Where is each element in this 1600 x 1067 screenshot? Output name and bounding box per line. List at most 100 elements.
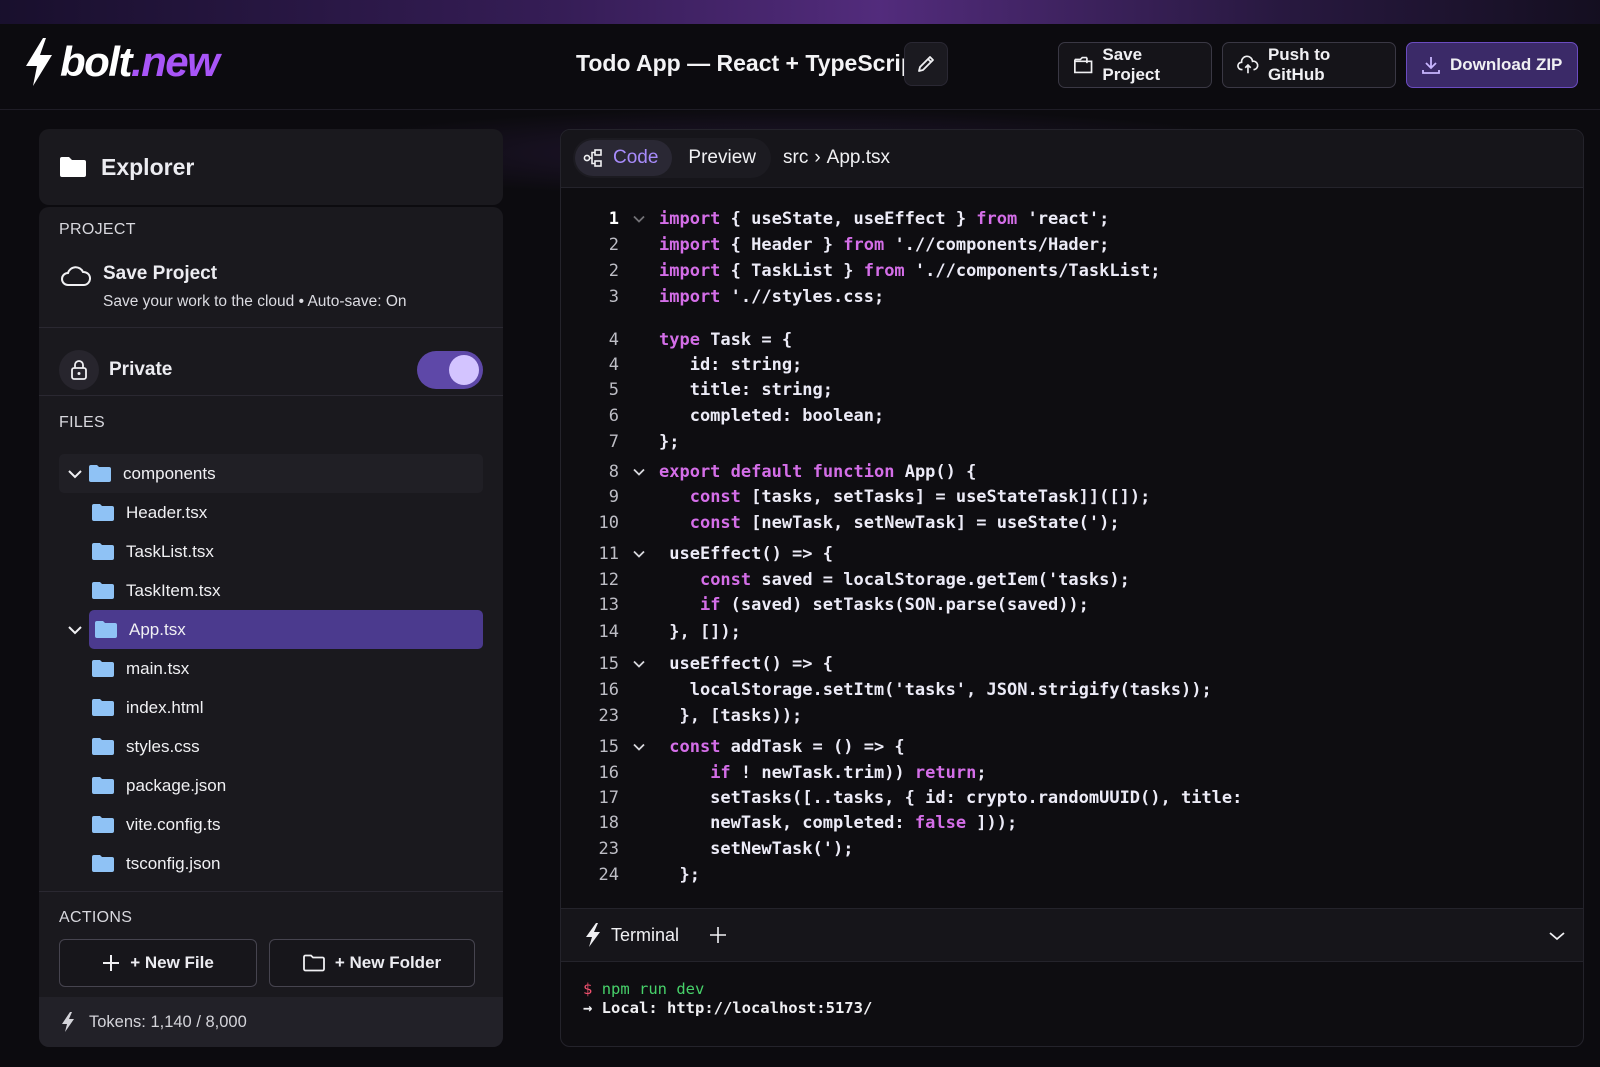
line-number: 11: [598, 544, 619, 564]
fold-chevron-icon[interactable]: [619, 215, 659, 223]
code-line[interactable]: 9 const [tasks, setTasks] = useStateTask…: [561, 484, 1583, 510]
edit-title-button[interactable]: [904, 42, 948, 86]
tree-item-index-html[interactable]: index.html: [59, 688, 483, 727]
tree-item-app-tsx-row[interactable]: App.tsx: [59, 610, 483, 649]
breadcrumb-file[interactable]: App.tsx: [827, 147, 890, 169]
code-line[interactable]: 1 import { useState, useEffect } from 're…: [561, 206, 1583, 232]
push-github-button[interactable]: Push to GitHub: [1222, 42, 1396, 88]
bolt-logo[interactable]: bolt.new: [24, 37, 220, 87]
tree-item-tasklist-tsx[interactable]: TaskList.tsx: [59, 532, 483, 571]
app-header: bolt.new Todo App — React + TypeScript S…: [0, 20, 1600, 110]
divider: [39, 327, 503, 328]
code-text: const addTask = () => {: [669, 737, 905, 757]
tree-item-taskitem-tsx[interactable]: TaskItem.tsx: [59, 571, 483, 610]
code-line[interactable]: 16 localStorage.setItm('tasks', JSON.str…: [561, 677, 1583, 703]
code-line[interactable]: 15 const addTask = () => {: [561, 734, 1583, 760]
line-number: 16: [598, 680, 619, 700]
breadcrumb-dir[interactable]: src: [783, 147, 808, 169]
tree-item-package-json[interactable]: package.json: [59, 766, 483, 805]
tree-item-components[interactable]: components: [59, 454, 483, 493]
toggle-knob: [449, 355, 479, 385]
code-line[interactable]: 23 setNewTask(');: [561, 836, 1583, 862]
folder-icon: [92, 816, 114, 833]
chevron-down-icon[interactable]: [61, 625, 89, 635]
private-setting: Private: [59, 347, 483, 393]
bolt-icon: [586, 923, 600, 947]
divider: [39, 395, 503, 396]
code-editor-panel: Code Preview src › App.tsx 1 import { use…: [560, 129, 1584, 1047]
code-line[interactable]: 15 useEffect() => {: [561, 651, 1583, 677]
code-line[interactable]: 23 }, [tasks));: [561, 703, 1583, 729]
tab-code-label: Code: [613, 147, 659, 168]
code-line[interactable]: 17 setTasks([..tasks, { id: crypto.rando…: [561, 785, 1583, 811]
fold-chevron-icon[interactable]: [619, 550, 659, 558]
plus-icon: [103, 955, 120, 971]
tab-code[interactable]: Code: [575, 140, 673, 176]
code-line[interactable]: 8 export default function App() {: [561, 459, 1583, 485]
new-file-button[interactable]: + New File: [59, 939, 257, 987]
code-line[interactable]: 2 import { TaskList } from './/components…: [561, 258, 1583, 284]
code-text: setNewTask(');: [659, 839, 854, 859]
download-zip-label: Download ZIP: [1450, 55, 1563, 74]
save-project-button[interactable]: Save Project: [1058, 42, 1212, 88]
cloud-icon: [61, 266, 91, 286]
tree-item-main-tsx[interactable]: main.tsx: [59, 649, 483, 688]
code-text: export default function App() {: [659, 462, 977, 482]
code-line[interactable]: 10 const [newTask, setNewTask] = useStat…: [561, 510, 1583, 536]
folder-icon: [92, 738, 114, 755]
tree-item-tsconfig-json[interactable]: tsconfig.json: [59, 844, 483, 883]
terminal-output[interactable]: $ npm run dev → Local: http://localhost:…: [583, 980, 872, 1018]
line-number: 4: [608, 355, 619, 375]
code-area[interactable]: 1 import { useState, useEffect } from 're…: [561, 198, 1583, 906]
code-text: if ! newTask.trim)) return;: [710, 763, 987, 783]
code-line[interactable]: 2 import { Header } from './/components/H…: [561, 232, 1583, 258]
code-text: newTask, completed: false ]));: [659, 813, 1018, 833]
save-project-card[interactable]: Save Project Save your work to the cloud…: [61, 263, 407, 311]
line-number: 15: [598, 654, 619, 674]
code-line[interactable]: 16 if ! newTask.trim)) return;: [561, 760, 1583, 786]
code-line[interactable]: 18 newTask, completed: false ]));: [561, 810, 1583, 836]
code-line[interactable]: 6 completed: boolean;: [561, 403, 1583, 429]
cloud-upload-icon: [1237, 55, 1259, 74]
private-label: Private: [109, 359, 173, 380]
code-line[interactable]: 4 id: string;: [561, 352, 1583, 378]
private-toggle[interactable]: [417, 351, 483, 389]
explorer-title: Explorer: [101, 153, 195, 180]
code-text: import './/styles.css;: [659, 287, 885, 307]
tree-item-vite-config-ts[interactable]: vite.config.ts: [59, 805, 483, 844]
code-line[interactable]: 5 title: string;: [561, 377, 1583, 403]
line-number: 24: [598, 865, 619, 885]
tree-item-styles-css[interactable]: styles.css: [59, 727, 483, 766]
tree-item-app-tsx[interactable]: App.tsx: [89, 610, 483, 649]
code-text: };: [659, 865, 700, 885]
fold-chevron-icon[interactable]: [619, 468, 659, 476]
code-line[interactable]: 3 import './/styles.css;: [561, 284, 1583, 310]
folder-icon: [92, 699, 114, 716]
code-line[interactable]: 4 type Task = {: [561, 327, 1583, 353]
download-icon: [1422, 57, 1440, 74]
breadcrumb: src › App.tsx: [783, 147, 890, 169]
plus-icon[interactable]: [709, 926, 727, 944]
fold-chevron-icon[interactable]: [619, 660, 659, 668]
code-line[interactable]: 7};: [561, 429, 1583, 455]
line-number: 2: [608, 235, 619, 255]
line-number: 3: [608, 287, 619, 307]
code-line[interactable]: 13 if (saved) setTasks(SON.parse(saved))…: [561, 592, 1583, 618]
code-line[interactable]: 12 const saved = localStorage.getIem('ta…: [561, 567, 1583, 593]
tree-item-header-tsx[interactable]: Header.tsx: [59, 493, 483, 532]
chevron-down-icon[interactable]: [61, 469, 89, 479]
code-text: setTasks([..tasks, { id: crypto.randomUU…: [659, 788, 1243, 808]
line-number: 15: [598, 737, 619, 757]
chevron-down-icon[interactable]: [1549, 931, 1565, 941]
tab-preview[interactable]: Preview: [688, 147, 756, 169]
code-line[interactable]: 14 }, []);: [561, 619, 1583, 645]
code-line[interactable]: 11 useEffect() => {: [561, 541, 1583, 567]
code-line[interactable]: 24 };: [561, 862, 1583, 888]
code-text: };: [659, 432, 680, 452]
download-zip-button[interactable]: Download ZIP: [1406, 42, 1578, 88]
line-number: 16: [598, 763, 619, 783]
code-text: id: string;: [659, 355, 803, 375]
line-number: 14: [598, 622, 619, 642]
fold-chevron-icon[interactable]: [619, 743, 659, 751]
new-folder-button[interactable]: + New Folder: [269, 939, 475, 987]
